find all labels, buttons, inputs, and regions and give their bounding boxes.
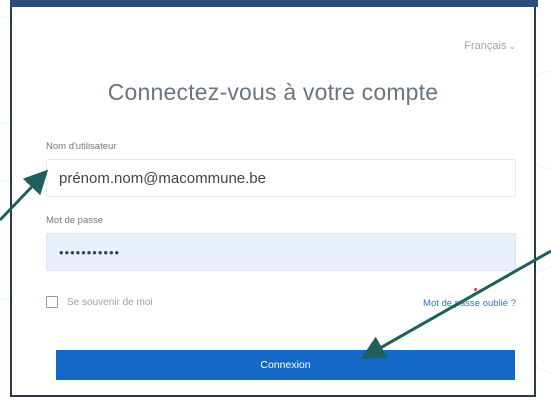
login-button[interactable]: Connexion xyxy=(56,350,515,380)
remember-label: Se souvenir de moi xyxy=(67,296,153,308)
chevron-down-icon: ⌄ xyxy=(508,41,516,51)
password-field[interactable]: ••••••••••• xyxy=(46,233,516,271)
login-card: Français ⌄ Connectez-vous à votre compte … xyxy=(10,7,536,397)
username-field[interactable]: prénom.nom@macommune.be xyxy=(46,159,516,197)
remember-me[interactable]: Se souvenir de moi xyxy=(46,296,153,308)
language-label: Français xyxy=(464,40,507,52)
remember-checkbox[interactable] xyxy=(46,296,58,308)
window-top-band xyxy=(10,0,538,7)
forgot-password-link[interactable]: Mot de passe oublié ? xyxy=(423,298,516,309)
password-value: ••••••••••• xyxy=(59,244,121,260)
page-title: Connectez-vous à votre compte xyxy=(107,79,439,105)
password-label: Mot de passe xyxy=(46,215,104,226)
username-value: prénom.nom@macommune.be xyxy=(59,169,266,187)
language-selector[interactable]: Français ⌄ xyxy=(464,40,516,52)
username-label: Nom d'utilisateur xyxy=(46,141,117,152)
red-marker xyxy=(474,288,477,291)
